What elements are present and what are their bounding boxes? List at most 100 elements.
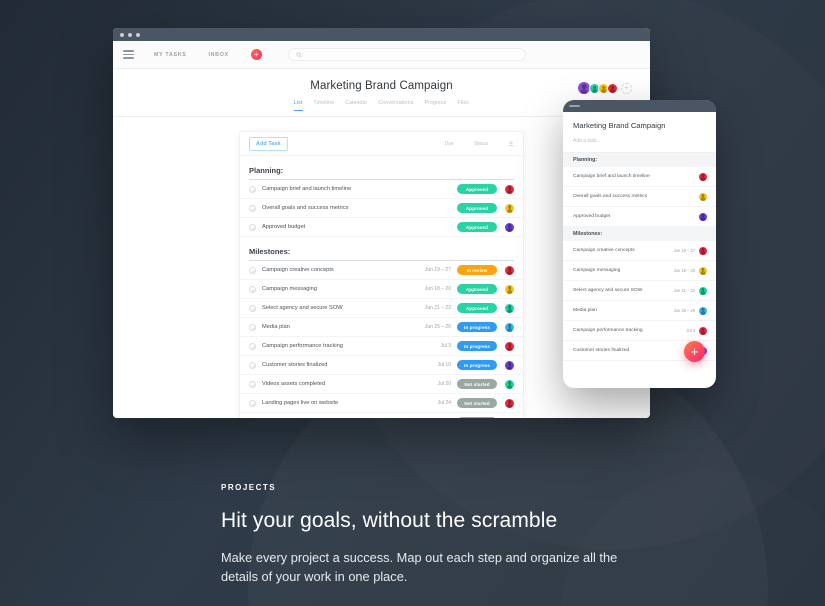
search-input[interactable] [305, 51, 518, 58]
window-maximize-dot[interactable] [136, 32, 140, 37]
list-item[interactable]: Approved budget [563, 207, 716, 227]
mobile-task-name: Campaign performance tracking [573, 328, 643, 333]
avatar[interactable] [505, 203, 514, 213]
table-row[interactable]: Overall goals and success metrics Approve… [240, 199, 523, 218]
table-row[interactable]: Campaign performance tracking Jul 3 In pro… [240, 337, 523, 356]
task-complete-checkbox-icon[interactable] [249, 204, 256, 212]
tab-calendar[interactable]: Calendar [345, 100, 367, 111]
task-complete-checkbox-icon[interactable] [249, 304, 256, 312]
search-box[interactable] [287, 48, 526, 61]
avatar[interactable] [699, 212, 707, 221]
status-badge[interactable]: Not started [457, 379, 497, 389]
add-member-button[interactable]: + [621, 83, 632, 94]
avatar[interactable] [505, 184, 514, 194]
mobile-task-due-date: Jun 25 – 26 [673, 308, 695, 313]
task-due-date: Jun 19 – 27 [424, 267, 451, 273]
status-badge[interactable]: In review [457, 265, 497, 275]
tab-conversations[interactable]: Conversations [378, 100, 413, 111]
mobile-task-name: Overall goals and success metrics [573, 194, 648, 199]
avatar[interactable] [699, 266, 707, 275]
list-item[interactable]: Campaign messaging Jun 18 – 20 [563, 261, 716, 281]
task-complete-checkbox-icon[interactable] [249, 323, 256, 331]
status-badge[interactable]: In progress [457, 322, 497, 332]
avatar[interactable] [699, 286, 707, 295]
mobile-add-task-input[interactable]: Add a task... [563, 138, 716, 153]
status-badge[interactable]: Approved [457, 284, 497, 294]
window-minimize-dot[interactable] [128, 32, 132, 37]
task-complete-checkbox-icon[interactable] [249, 342, 256, 350]
table-row[interactable]: Campaign launch!Aug 1Not started [240, 413, 523, 418]
avatar[interactable] [699, 192, 707, 201]
avatar[interactable] [505, 222, 514, 232]
list-item[interactable]: Campaign performance tracking Jul 3 [563, 321, 716, 341]
tab-progress[interactable]: Progress [425, 100, 447, 111]
tab-files[interactable]: Files [457, 100, 469, 111]
list-item[interactable]: Overall goals and success metrics [563, 187, 716, 207]
task-complete-checkbox-icon[interactable] [249, 185, 256, 193]
nav-my-tasks[interactable]: MY TASKS [154, 52, 186, 58]
table-row[interactable]: Select agency and secure SOW Jun 21 – 22 A… [240, 299, 523, 318]
table-row[interactable]: Media plan Jun 25 – 26 In progress [240, 318, 523, 337]
avatar[interactable] [505, 360, 514, 370]
window-close-dot[interactable] [120, 32, 124, 37]
table-row[interactable]: Videos assets completed Jul 20 Not started [240, 375, 523, 394]
hamburger-icon[interactable] [123, 50, 134, 59]
task-name: Campaign messaging [262, 286, 318, 292]
table-row[interactable]: Campaign brief and launch timeline Approv… [240, 180, 523, 199]
avatar[interactable] [505, 284, 514, 294]
tab-timeline[interactable]: Timeline [314, 100, 335, 111]
avatar-member-4[interactable] [607, 83, 618, 94]
task-complete-checkbox-icon[interactable] [249, 266, 256, 274]
table-row[interactable]: Approved budget Approved [240, 218, 523, 237]
mobile-task-group-title: Milestones: [563, 227, 716, 241]
status-badge[interactable]: Approved [457, 222, 497, 232]
avatar[interactable] [699, 172, 707, 181]
table-row[interactable]: Campaign messaging Jun 18 – 20 Approved [240, 280, 523, 299]
add-task-button[interactable]: Add Task [249, 136, 288, 151]
mobile-task-due-date: Jul 3 [686, 328, 695, 333]
status-badge[interactable]: Approved [457, 184, 497, 194]
mobile-task-due-date: Jun 19 – 27 [673, 248, 695, 253]
status-badge[interactable]: Approved [457, 303, 497, 313]
avatar[interactable] [505, 398, 514, 408]
status-badge[interactable]: Approved [457, 203, 497, 213]
person-icon [508, 140, 514, 147]
avatar[interactable] [505, 303, 514, 313]
task-due-date: Jun 25 – 26 [424, 324, 451, 330]
avatar[interactable] [505, 341, 514, 351]
plus-icon[interactable]: + [250, 49, 262, 60]
status-badge[interactable]: In progress [457, 360, 497, 370]
nav-inbox[interactable]: INBOX [208, 52, 228, 58]
avatar[interactable] [505, 417, 514, 418]
avatar[interactable] [699, 246, 707, 255]
task-complete-checkbox-icon[interactable] [249, 361, 256, 369]
avatar[interactable] [505, 265, 514, 275]
avatar[interactable] [505, 322, 514, 332]
tab-list[interactable]: List [293, 100, 303, 111]
task-complete-checkbox-icon[interactable] [249, 285, 256, 293]
mobile-add-fab-button[interactable]: + [684, 341, 705, 362]
table-row[interactable]: Campaign creative concepts Jun 19 – 27 In … [240, 261, 523, 280]
table-row[interactable]: Customer stories finalized Jul 10 In progr… [240, 356, 523, 375]
status-badge[interactable]: Not started [457, 398, 497, 408]
status-badge[interactable]: In progress [457, 341, 497, 351]
mobile-menu-icon[interactable] [569, 105, 580, 107]
list-item[interactable]: Media plan Jun 25 – 26 [563, 301, 716, 321]
avatar[interactable] [699, 306, 707, 315]
list-item[interactable]: Select agency and secure SOW Jun 21 – 22 [563, 281, 716, 301]
list-item[interactable]: Campaign creative concepts Jun 19 – 27 [563, 241, 716, 261]
table-row[interactable]: Landing pages live on website Jul 24 Not s… [240, 394, 523, 413]
task-name: Landing pages live on website [262, 400, 339, 406]
task-name: Videos assets completed [262, 381, 326, 387]
task-complete-checkbox-icon[interactable] [249, 223, 256, 231]
page-title: Marketing Brand Campaign [310, 80, 453, 92]
task-name: Campaign creative concepts [262, 267, 334, 273]
mobile-task-due-date: Jun 21 – 22 [673, 288, 695, 293]
task-due-date: Jul 24 [437, 400, 451, 406]
task-complete-checkbox-icon[interactable] [249, 399, 256, 407]
list-item[interactable]: Campaign brief and launch timeline [563, 167, 716, 187]
avatar[interactable] [699, 326, 707, 335]
avatar[interactable] [505, 379, 514, 389]
status-badge[interactable]: Not started [457, 417, 497, 418]
task-complete-checkbox-icon[interactable] [249, 380, 256, 388]
